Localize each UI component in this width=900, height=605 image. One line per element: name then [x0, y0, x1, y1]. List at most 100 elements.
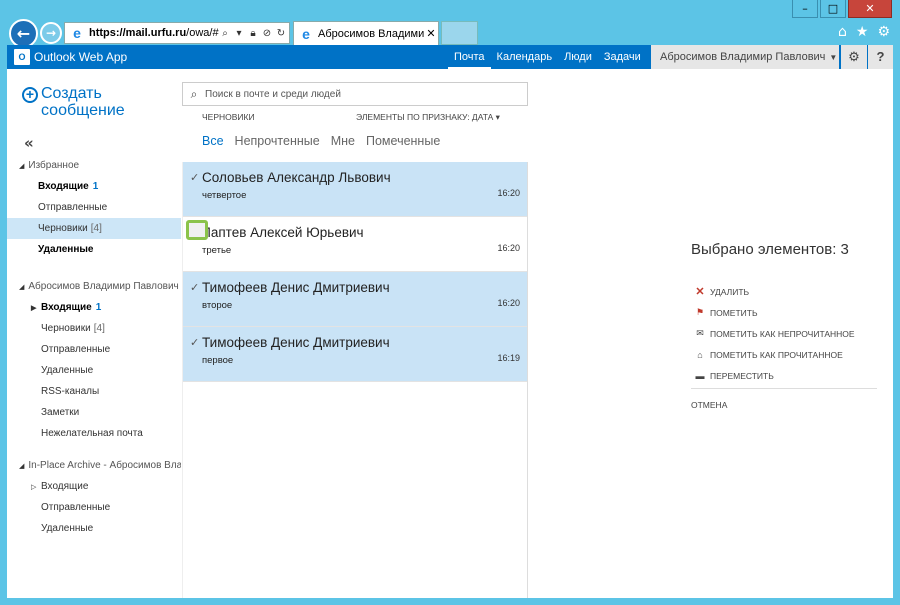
triangle-right-icon[interactable]: ▶ [31, 298, 41, 318]
fav-sent[interactable]: Отправленные [7, 197, 181, 218]
unread-count: 1 [92, 181, 99, 192]
message-subject: второе [202, 300, 233, 311]
folder-label: Отправленные [41, 344, 111, 355]
folder-label: Удаленные [38, 244, 94, 255]
gear-icon[interactable]: ⚙ [877, 24, 890, 40]
tab-title: Абросимов Владимир Па... [318, 27, 424, 40]
user-menu[interactable]: Абросимов Владимир Павлович ▼ [651, 45, 839, 69]
message-subject: четвертое [202, 190, 247, 201]
close-button[interactable]: ✕ [848, 0, 892, 18]
message-sender: Тимофеев Денис Дмитриевич [202, 280, 390, 295]
help-icon[interactable]: ? [868, 45, 893, 69]
mark-read-action[interactable]: ⌂ ПОМЕТИТЬ КАК ПРОЧИТАННОЕ [693, 344, 855, 365]
mailbox-header[interactable]: ◢ Абросимов Владимир Павлович [7, 276, 181, 297]
plus-circle-icon: + [22, 87, 38, 103]
nav-calendar[interactable]: Календарь [491, 45, 559, 69]
address-url[interactable]: https://mail.urfu.ru/owa/#path [89, 27, 219, 39]
flag-action[interactable]: ⚑ ПОМЕТИТЬ [693, 302, 855, 323]
folder-icon: ▬ [695, 370, 705, 381]
message-item[interactable]: ✓ Соловьев Александр Львович четвертое 1… [183, 162, 527, 217]
x-icon: ✕ [695, 286, 705, 298]
browser-tab[interactable]: e Абросимов Владимир Па... ✕ [293, 21, 439, 45]
checkmark-icon[interactable]: ✓ [190, 171, 199, 184]
chevron-down-icon[interactable]: ▾ [233, 28, 245, 39]
minimize-button[interactable]: – [792, 0, 818, 18]
filter-unread[interactable]: Непрочтенные [235, 134, 320, 148]
triangle-right-icon[interactable]: ▷ [31, 477, 41, 497]
message-sender: Соловьев Александр Львович [202, 170, 391, 185]
back-button[interactable]: ← [9, 19, 38, 48]
chevron-down-icon: ▼ [829, 53, 838, 62]
mark-unread-action[interactable]: ✉ ПОМЕТИТЬ КАК НЕПРОЧИТАННОЕ [693, 323, 854, 344]
checkmark-icon[interactable]: ✓ [190, 281, 199, 294]
star-icon[interactable]: ★ [856, 24, 869, 40]
folder-label: Заметки [41, 407, 80, 418]
favorites-header[interactable]: ◢ Избранное [7, 155, 181, 176]
mailbox-deleted[interactable]: Удаленные [7, 360, 181, 381]
folder-label: Входящие [38, 181, 89, 192]
nav-mail[interactable]: Почта [448, 45, 491, 69]
mailbox-inbox[interactable]: ▶ Входящие 1 [7, 297, 181, 318]
browser-toolbar-icons: ⌂ ★ ⚙ [838, 24, 890, 40]
archive-sent[interactable]: Отправленные [7, 497, 181, 518]
mailbox-notes[interactable]: Заметки [7, 402, 181, 423]
search-dropdown-icon[interactable]: ⌕ [219, 28, 231, 39]
fav-deleted[interactable]: Удаленные [7, 239, 181, 260]
user-name: Абросимов Владимир Павлович [660, 51, 826, 63]
tab-close-icon[interactable]: ✕ [424, 27, 438, 40]
filter-flagged[interactable]: Помеченные [366, 134, 440, 148]
search-icon[interactable]: ⌕ [183, 87, 205, 102]
triangle-down-icon: ◢ [19, 284, 25, 291]
sort-dropdown[interactable]: ЭЛЕМЕНТЫ ПО ПРИЗНАКУ: ДАТА ▾ [356, 112, 500, 123]
checkmark-icon[interactable]: ✓ [190, 336, 199, 349]
message-item[interactable]: ✓ Тимофеев Денис Дмитриевич второе 16:20 [183, 272, 527, 327]
message-item[interactable]: Лаптев Алексей Юрьевич третье 16:20 [183, 217, 527, 272]
folder-label: Нежелательная почта [41, 428, 143, 439]
delete-action[interactable]: ✕ УДАЛИТЬ [693, 281, 855, 302]
message-checkbox[interactable] [186, 220, 208, 240]
new-tab-button[interactable] [441, 21, 478, 45]
window-controls: – □ ✕ [792, 0, 892, 18]
mailbox-drafts[interactable]: Черновики [4] [7, 318, 181, 339]
folder-label: Черновики [38, 223, 88, 234]
owa-page: O Outlook Web App Почта Календарь Люди З… [7, 45, 893, 598]
collapse-pane-icon[interactable]: « [24, 134, 34, 152]
arrow-left-icon: ← [16, 24, 31, 43]
mailbox-junk[interactable]: Нежелательная почта [7, 423, 181, 444]
maximize-button[interactable]: □ [820, 0, 846, 18]
filter-all[interactable]: Все [202, 134, 224, 148]
fav-drafts[interactable]: Черновики [4] [7, 218, 181, 239]
address-bar[interactable]: e https://mail.urfu.ru/owa/#path ⌕ ▾ 🔒︎ … [64, 22, 290, 44]
compose-button[interactable]: + Создать сообщение [22, 85, 151, 119]
arrow-right-icon: → [45, 26, 57, 40]
folder-label: Удаленные [41, 523, 94, 534]
archive-deleted[interactable]: Удаленные [7, 518, 181, 539]
app-name: Outlook Web App [34, 50, 128, 64]
archive-header[interactable]: ◢ In-Place Archive - Абросимов Вла [7, 455, 181, 476]
lock-icon[interactable]: 🔒︎ [247, 28, 259, 39]
sort-label: ЭЛЕМЕНТЫ ПО ПРИЗНАКУ: ДАТА [356, 112, 494, 122]
search-placeholder[interactable]: Поиск в почте и среди людей [205, 89, 341, 100]
folder-label: Отправленные [38, 202, 108, 213]
cancel-selection-link[interactable]: ОТМЕНА [691, 400, 727, 410]
refresh-icon[interactable]: ↻ [275, 28, 287, 39]
mailbox-sent[interactable]: Отправленные [7, 339, 181, 360]
move-action[interactable]: ▬ ПЕРЕМЕСТИТЬ [693, 365, 855, 386]
home-icon[interactable]: ⌂ [838, 24, 847, 40]
mailbox-rss[interactable]: RSS-каналы [7, 381, 181, 402]
nav-tasks[interactable]: Задачи [598, 45, 647, 69]
top-nav: Почта Календарь Люди Задачи [448, 45, 647, 69]
nav-people[interactable]: Люди [558, 45, 598, 69]
message-item[interactable]: ✓ Тимофеев Денис Дмитриевич первое 16:19 [183, 327, 527, 382]
owa-topbar: O Outlook Web App Почта Календарь Люди З… [7, 45, 893, 69]
settings-gear-icon[interactable]: ⚙ [841, 45, 867, 69]
archive-section: ◢ In-Place Archive - Абросимов Вла ▷ Входя… [7, 455, 181, 539]
action-label: ПОМЕТИТЬ КАК ПРОЧИТАННОЕ [710, 349, 843, 360]
owa-logo[interactable]: O Outlook Web App [14, 49, 127, 65]
filter-to-me[interactable]: Мне [331, 134, 355, 148]
search-box[interactable]: ⌕ Поиск в почте и среди людей [182, 82, 528, 106]
fav-inbox[interactable]: Входящие 1 [7, 176, 181, 197]
archive-inbox[interactable]: ▷ Входящие [7, 476, 181, 497]
stop-icon[interactable]: ⊘ [261, 28, 273, 39]
forward-button[interactable]: → [40, 22, 62, 44]
